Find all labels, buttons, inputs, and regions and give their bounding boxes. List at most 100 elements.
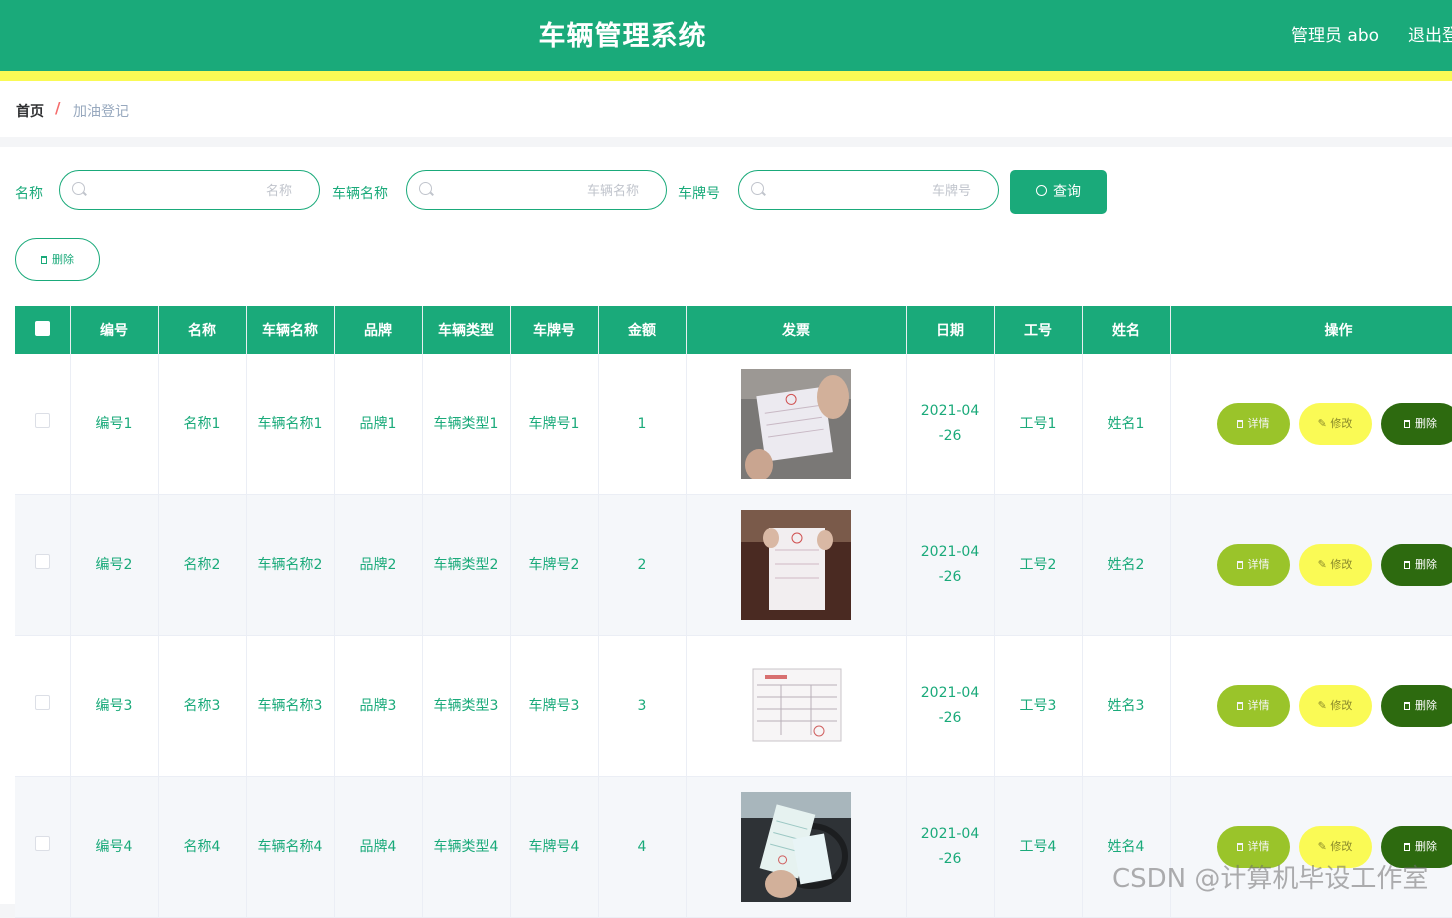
row-checkbox[interactable] <box>35 695 50 710</box>
plate-input[interactable] <box>769 177 973 205</box>
row-checkbox[interactable] <box>35 554 50 569</box>
detail-label: 详情 <box>1248 558 1270 571</box>
logout-link[interactable]: 退出登录 <box>1408 21 1452 46</box>
column-header: 操作 <box>1170 306 1452 354</box>
invoice-image[interactable] <box>741 651 851 761</box>
delete-button[interactable]: 删除 <box>1381 544 1452 586</box>
cell-actions: 详情 ✎ 修改 删除 <box>1170 354 1452 495</box>
cell-plate: 车牌号2 <box>510 495 598 636</box>
search-icon <box>751 182 764 195</box>
cell-type: 车辆类型2 <box>422 495 510 636</box>
cell-invoice <box>686 636 906 777</box>
edit-label: 修改 <box>1330 840 1352 853</box>
cell-emp-name: 姓名3 <box>1082 636 1170 777</box>
cell-vehicle: 车辆名称2 <box>246 495 334 636</box>
watermark: CSDN @计算机毕设工作室 <box>1112 858 1428 895</box>
row-checkbox[interactable] <box>35 413 50 428</box>
cell-vehicle: 车辆名称1 <box>246 354 334 495</box>
column-header: 发票 <box>686 306 906 354</box>
cell-invoice <box>686 354 906 495</box>
column-header: 车牌号 <box>510 306 598 354</box>
edit-button[interactable]: ✎ 修改 <box>1299 544 1372 586</box>
table-row: 编号1 名称1 车辆名称1 品牌1 车辆类型1 车牌号1 1 <box>15 354 1452 495</box>
column-header: 品牌 <box>334 306 422 354</box>
vehicle-search-field[interactable] <box>406 170 667 210</box>
vehicle-text: 车辆名称3 <box>257 694 323 719</box>
detail-button[interactable]: 详情 <box>1217 544 1290 586</box>
detail-label: 详情 <box>1248 417 1270 430</box>
edit-label: 修改 <box>1330 417 1352 430</box>
delete-icon <box>1404 843 1410 851</box>
name-search-field[interactable] <box>59 170 320 210</box>
cell-emp-no: 工号3 <box>994 636 1082 777</box>
select-all-cell <box>15 306 70 354</box>
cell-name: 名称2 <box>158 495 246 636</box>
cell-brand: 品牌1 <box>334 354 422 495</box>
cell-brand: 品牌2 <box>334 495 422 636</box>
column-header: 车辆类型 <box>422 306 510 354</box>
name-label: 名称 <box>15 183 43 203</box>
delete-label: 删除 <box>1415 840 1437 853</box>
refuel-table: 编号 名称 车辆名称 品牌 车辆类型 车牌号 金额 发票 日期 工号 姓名 操作… <box>15 306 1452 918</box>
cell-vehicle: 车辆名称4 <box>246 777 334 918</box>
invoice-image[interactable] <box>741 510 851 620</box>
cell-amount: 3 <box>598 636 686 777</box>
search-icon <box>1036 185 1047 196</box>
query-button[interactable]: 查询 <box>1010 170 1107 214</box>
table-row: 编号2 名称2 车辆名称2 品牌2 车辆类型2 车牌号2 2 <box>15 495 1452 636</box>
row-checkbox[interactable] <box>35 836 50 851</box>
main-content: 名称 车辆名称 车牌号 查询 删除 编号 名称 车辆名称 <box>0 147 1452 904</box>
cell-amount: 4 <box>598 777 686 918</box>
breadcrumb: 首页 / 加油登记 <box>0 81 1452 137</box>
delete-label: 删除 <box>1415 417 1437 430</box>
delete-button[interactable]: 删除 <box>1381 403 1452 445</box>
delete-label: 删除 <box>1415 558 1437 571</box>
cell-actions: 详情 ✎ 修改 删除 <box>1170 636 1452 777</box>
detail-icon <box>1237 843 1243 851</box>
invoice-image[interactable] <box>741 369 851 479</box>
cell-brand: 品牌3 <box>334 636 422 777</box>
cell-plate: 车牌号1 <box>510 354 598 495</box>
breadcrumb-home[interactable]: 首页 <box>16 101 44 121</box>
cell-emp-name: 姓名2 <box>1082 495 1170 636</box>
query-button-label: 查询 <box>1053 184 1081 200</box>
delete-button[interactable]: 删除 <box>1381 685 1452 727</box>
edit-icon: ✎ <box>1318 417 1331 430</box>
column-header: 金额 <box>598 306 686 354</box>
cell-plate: 车牌号4 <box>510 777 598 918</box>
detail-button[interactable]: 详情 <box>1217 685 1290 727</box>
cell-date: 2021-04-26 <box>906 354 994 495</box>
cell-date: 2021-04-26 <box>906 636 994 777</box>
cell-emp-name: 姓名4 <box>1082 777 1170 918</box>
cell-emp-no: 工号4 <box>994 777 1082 918</box>
plate-search-field[interactable] <box>738 170 999 210</box>
vehicle-name-input[interactable] <box>437 177 641 205</box>
cell-vehicle: 车辆名称3 <box>246 636 334 777</box>
cell-id: 编号3 <box>70 636 158 777</box>
column-header: 日期 <box>906 306 994 354</box>
column-header: 姓名 <box>1082 306 1170 354</box>
name-input[interactable] <box>90 177 294 205</box>
cell-type: 车辆类型3 <box>422 636 510 777</box>
type-text: 车辆类型4 <box>433 835 499 860</box>
edit-button[interactable]: ✎ 修改 <box>1299 403 1372 445</box>
detail-button[interactable]: 详情 <box>1217 403 1290 445</box>
detail-label: 详情 <box>1248 699 1270 712</box>
select-all-checkbox[interactable] <box>35 321 50 336</box>
cell-type: 车辆类型1 <box>422 354 510 495</box>
cell-id: 编号2 <box>70 495 158 636</box>
cell-amount: 1 <box>598 354 686 495</box>
date-text: 2021-04-26 <box>919 399 981 449</box>
edit-button[interactable]: ✎ 修改 <box>1299 685 1372 727</box>
delete-icon <box>1404 561 1410 569</box>
current-user: 管理员 abo <box>1291 21 1379 46</box>
delete-icon <box>1404 702 1410 710</box>
cell-brand: 品牌4 <box>334 777 422 918</box>
batch-delete-label: 删除 <box>52 253 74 266</box>
batch-delete-button[interactable]: 删除 <box>15 238 100 281</box>
invoice-image[interactable] <box>741 792 851 902</box>
vehicle-text: 车辆名称4 <box>257 835 323 860</box>
date-text: 2021-04-26 <box>919 822 981 872</box>
delete-icon <box>41 256 47 264</box>
breadcrumb-separator: / <box>55 99 60 117</box>
